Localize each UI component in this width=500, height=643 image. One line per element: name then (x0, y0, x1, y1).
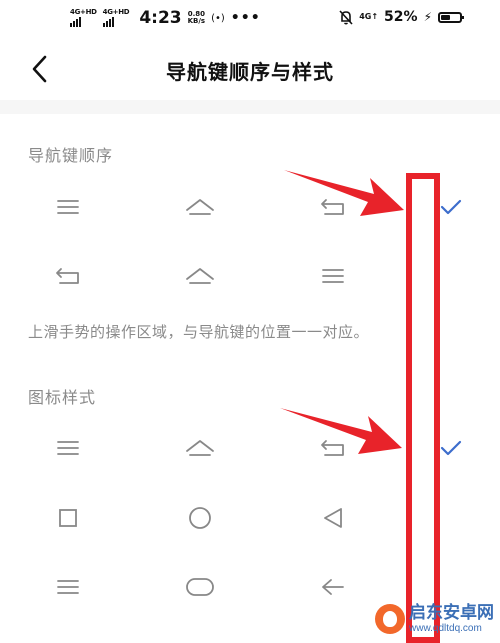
annotation-highlight-box (406, 173, 440, 643)
sim1-signal: 4G+HD (70, 9, 97, 27)
section-label-style: 图标样式 (28, 388, 97, 407)
network-speed: 0.80 KB/s (187, 9, 206, 25)
signal-icon (70, 17, 81, 27)
sim2-signal: 4G+HD (102, 9, 130, 27)
home-icon (186, 440, 214, 456)
status-bar: 4G+HD 4G+HD 4:23 0.80 KB/s (•) ••• 4G↑ 5… (0, 0, 500, 36)
home-icon (186, 199, 214, 215)
circle-icon (189, 507, 211, 529)
arrow-left-icon (322, 579, 344, 595)
battery-icon (438, 11, 464, 23)
more-notifications-icon: ••• (230, 10, 261, 26)
home-icon (186, 268, 214, 284)
menu-icon (57, 441, 79, 455)
menu-icon (322, 269, 344, 283)
app-header: 导航键顺序与样式 (0, 40, 500, 98)
charging-icon: ⚡ (423, 10, 432, 24)
battery-percent: 52% (384, 9, 418, 25)
network-type: 4G↑ (359, 12, 379, 21)
section-label-order: 导航键顺序 (28, 146, 114, 165)
watermark: 启东安卓网 www.qdltdq.com (375, 604, 494, 634)
annotation-arrow-1 (284, 170, 404, 216)
menu-icon (57, 580, 79, 594)
gesture-hint: 上滑手势的操作区域，与导航键的位置一一对应。 (28, 323, 370, 341)
pill-icon (186, 578, 214, 596)
signal-icon (102, 17, 114, 27)
page-title: 导航键顺序与样式 (166, 60, 334, 84)
hotspot-icon: (•) (211, 12, 225, 24)
annotation-arrow-2 (280, 408, 402, 454)
battery-fill (441, 14, 451, 20)
header-divider (0, 100, 500, 114)
triangle-left-icon (324, 508, 342, 528)
bell-off-icon (339, 9, 353, 25)
menu-icon (57, 200, 79, 214)
square-icon (59, 509, 77, 527)
clock: 4:23 (139, 8, 182, 28)
watermark-logo-icon (375, 604, 405, 634)
back-icon (56, 268, 79, 284)
